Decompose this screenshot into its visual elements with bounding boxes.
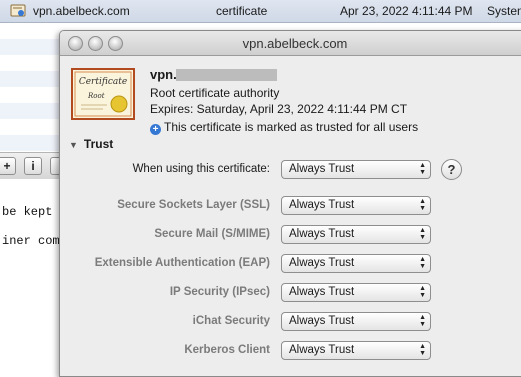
plus-circle-icon: + [150, 124, 161, 135]
keychain-list-row[interactable]: vpn.abelbeck.com certificate Apr 23, 202… [0, 0, 521, 23]
code-line: be kept [2, 205, 53, 219]
keychain-list[interactable] [0, 23, 60, 151]
terminal-text: be kept iner comb [0, 179, 67, 369]
add-button[interactable]: + [0, 157, 16, 175]
popup-value: Always Trust [289, 315, 355, 327]
certificate-name: vpn. [150, 67, 177, 82]
certificate-icon: Certificate Root [71, 68, 135, 120]
popup-arrows-icon: ▲ ▼ [419, 256, 426, 270]
ssl-popup[interactable]: Always Trust ▲ ▼ [281, 196, 431, 215]
popup-arrows-icon: ▲ ▼ [419, 314, 426, 328]
keychain-toolbar: + i [0, 152, 64, 180]
list-row[interactable] [0, 23, 60, 39]
popup-arrows-icon: ▲ ▼ [419, 285, 426, 299]
smime-label: Secure Mail (S/MIME) [154, 228, 270, 240]
ipsec-label: IP Security (IPsec) [169, 286, 270, 298]
trust-status: + This certificate is marked as trusted f… [150, 120, 418, 135]
code-line: iner comb [2, 234, 67, 248]
trust-status-text: This certificate is marked as trusted fo… [164, 120, 419, 134]
kerberos-label: Kerberos Client [184, 344, 270, 356]
ichat-popup[interactable]: Always Trust ▲ ▼ [281, 312, 431, 331]
row-date: Apr 23, 2022 4:11:44 PM [340, 4, 473, 18]
when-using-popup[interactable]: Always Trust ▲ ▼ [281, 160, 431, 179]
smime-popup[interactable]: Always Trust ▲ ▼ [281, 225, 431, 244]
popup-arrows-icon: ▲ ▼ [419, 343, 426, 357]
popup-value: Always Trust [289, 228, 355, 240]
certificate-window: vpn.abelbeck.com Certificate Root vpn. R… [59, 30, 521, 377]
popup-value: Always Trust [289, 286, 355, 298]
eap-label: Extensible Authentication (EAP) [94, 257, 270, 269]
popup-arrows-icon: ▲ ▼ [419, 162, 426, 176]
ipsec-popup[interactable]: Always Trust ▲ ▼ [281, 283, 431, 302]
popup-value: Always Trust [289, 257, 355, 269]
certificate-icon-root: Root [87, 92, 105, 100]
row-name: vpn.abelbeck.com [33, 4, 130, 18]
ichat-label: iChat Security [192, 315, 270, 327]
window-title: vpn.abelbeck.com [242, 36, 348, 51]
certificate-icon-title: Certificate [79, 77, 127, 87]
eap-popup[interactable]: Always Trust ▲ ▼ [281, 254, 431, 273]
when-using-label: When using this certificate: [132, 163, 270, 175]
row-keychain: System [487, 4, 521, 18]
certificate-expiration: Expires: Saturday, April 23, 2022 4:11:4… [150, 102, 408, 116]
trust-section-header[interactable]: ▼ Trust [69, 137, 113, 151]
popup-arrows-icon: ▲ ▼ [419, 227, 426, 241]
kerberos-popup[interactable]: Always Trust ▲ ▼ [281, 341, 431, 360]
info-button[interactable]: i [24, 157, 42, 175]
ssl-label: Secure Sockets Layer (SSL) [117, 199, 270, 211]
popup-value: Always Trust [289, 163, 355, 175]
popup-value: Always Trust [289, 199, 355, 211]
help-button[interactable]: ? [441, 159, 462, 180]
popup-value: Always Trust [289, 344, 355, 356]
trust-heading: Trust [83, 137, 114, 151]
redacted-name [176, 69, 277, 81]
popup-arrows-icon: ▲ ▼ [419, 198, 426, 212]
title-bar[interactable]: vpn.abelbeck.com [60, 31, 521, 56]
row-kind: certificate [216, 4, 268, 18]
certificate-icon [10, 4, 26, 17]
disclosure-triangle-icon[interactable]: ▼ [69, 140, 78, 150]
certificate-kind: Root certificate authority [150, 86, 280, 100]
